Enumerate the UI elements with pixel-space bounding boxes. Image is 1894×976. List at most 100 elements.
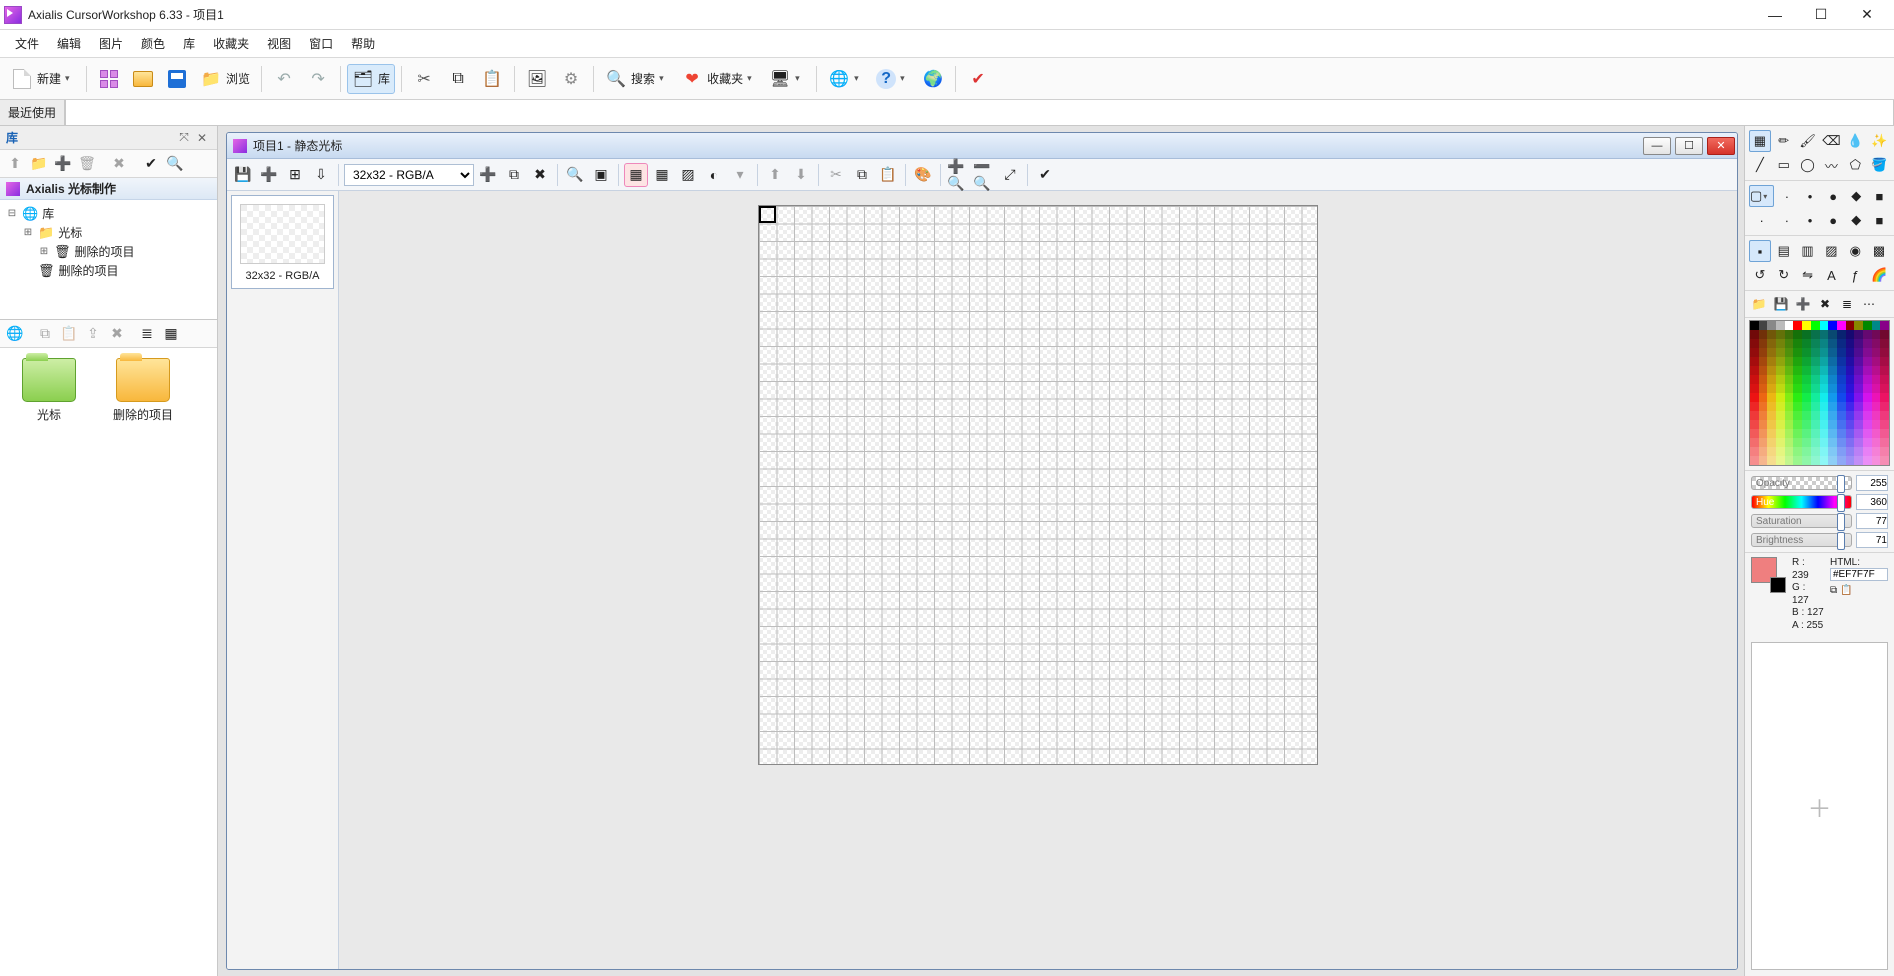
palette-swatch[interactable]	[1750, 375, 1759, 384]
menu-favorites[interactable]: 收藏夹	[204, 32, 258, 55]
fill-grad-v[interactable]: ▥	[1797, 240, 1819, 262]
palette-swatch[interactable]	[1863, 447, 1872, 456]
doc-zoomfit-icon[interactable]: ⤢	[998, 163, 1022, 187]
copy-icon[interactable]: ⧉	[1830, 585, 1837, 596]
menu-image[interactable]: 图片	[90, 32, 132, 55]
palette-swatch[interactable]	[1880, 402, 1889, 411]
palette-swatch[interactable]	[1880, 366, 1889, 375]
palette-swatch[interactable]	[1750, 429, 1759, 438]
palette-swatch[interactable]	[1767, 330, 1776, 339]
lib2-globe-icon[interactable]: 🌐	[4, 323, 26, 345]
palette-swatch[interactable]	[1811, 357, 1820, 366]
doc-grid-icon[interactable]: ▦	[650, 163, 674, 187]
opacity-slider[interactable]: Opacity	[1751, 476, 1852, 490]
size-4[interactable]: ◆	[1846, 185, 1867, 207]
palette-swatch[interactable]	[1802, 339, 1811, 348]
check-button[interactable]: ✔	[962, 64, 994, 94]
pin-icon[interactable]: ⤧	[175, 130, 193, 145]
monitor-button[interactable]: 🖥▾	[764, 64, 810, 94]
palette-swatch[interactable]	[1759, 420, 1768, 429]
palette-swatch[interactable]	[1785, 357, 1794, 366]
rect-tool[interactable]: ▭	[1773, 154, 1795, 176]
palette-swatch[interactable]	[1759, 438, 1768, 447]
canvas-area[interactable]	[339, 191, 1737, 969]
palette-swatch[interactable]	[1880, 375, 1889, 384]
palette-swatch[interactable]	[1759, 402, 1768, 411]
palette-swatch[interactable]	[1837, 429, 1846, 438]
palette-swatch[interactable]	[1828, 357, 1837, 366]
palette-swatch[interactable]	[1863, 411, 1872, 420]
library-tree[interactable]: ⊟🌐库 ⊞📁光标 ⊞🗑删除的项目 🗑删除的项目	[0, 200, 217, 320]
tree-node-cursors[interactable]: ⊞📁光标	[0, 223, 217, 242]
palette-swatch[interactable]	[1854, 402, 1863, 411]
thumbnails-button[interactable]	[93, 64, 125, 94]
palette-swatch[interactable]	[1828, 420, 1837, 429]
palette-swatch[interactable]	[1863, 402, 1872, 411]
palette-swatch[interactable]	[1880, 339, 1889, 348]
size-9[interactable]: ●	[1823, 209, 1844, 231]
doc-palette-icon[interactable]: 🎨	[911, 163, 935, 187]
palette-swatch[interactable]	[1785, 429, 1794, 438]
palette-swatch[interactable]	[1802, 438, 1811, 447]
palette-swatch[interactable]	[1880, 348, 1889, 357]
doc-paste-icon[interactable]: 📋	[876, 163, 900, 187]
palette-swatch[interactable]	[1828, 339, 1837, 348]
palette-swatch[interactable]	[1837, 393, 1846, 402]
palette-swatch[interactable]	[1776, 429, 1785, 438]
palette-swatch[interactable]	[1793, 357, 1802, 366]
palette-swatch[interactable]	[1750, 330, 1759, 339]
palette-swatch[interactable]	[1880, 429, 1889, 438]
palette-swatch[interactable]	[1820, 393, 1829, 402]
palette-swatch[interactable]	[1837, 321, 1846, 330]
palette-swatch[interactable]	[1811, 438, 1820, 447]
palette-swatch[interactable]	[1872, 330, 1881, 339]
palette-swatch[interactable]	[1776, 339, 1785, 348]
palette-swatch[interactable]	[1793, 447, 1802, 456]
palette-swatch[interactable]	[1880, 393, 1889, 402]
palette-swatch[interactable]	[1793, 384, 1802, 393]
palette-swatch[interactable]	[1793, 348, 1802, 357]
palette-swatch[interactable]	[1750, 411, 1759, 420]
palette-swatch[interactable]	[1750, 447, 1759, 456]
palette-swatch[interactable]	[1811, 366, 1820, 375]
palette-swatch[interactable]	[1872, 357, 1881, 366]
palette-swatch[interactable]	[1846, 321, 1855, 330]
palette-swatch[interactable]	[1820, 456, 1829, 465]
maximize-button[interactable]: ☐	[1798, 0, 1844, 30]
palette-swatch[interactable]	[1854, 348, 1863, 357]
palette-swatch[interactable]	[1854, 429, 1863, 438]
close-button[interactable]: ✕	[1844, 0, 1890, 30]
select-tool[interactable]: ▦	[1749, 130, 1771, 152]
palette-swatch[interactable]	[1820, 420, 1829, 429]
palette-swatch[interactable]	[1837, 411, 1846, 420]
palette-swatch[interactable]	[1776, 321, 1785, 330]
fill-pattern[interactable]: ▩	[1868, 240, 1890, 262]
palette-swatch[interactable]	[1846, 393, 1855, 402]
size-1[interactable]: ·	[1776, 185, 1797, 207]
lib2-copy-icon[interactable]: ⧉	[34, 323, 56, 345]
palette-swatch[interactable]	[1863, 456, 1872, 465]
palette-swatch[interactable]	[1828, 384, 1837, 393]
palette-swatch[interactable]	[1872, 366, 1881, 375]
palette-swatch[interactable]	[1811, 321, 1820, 330]
swatch-save-icon[interactable]: 💾	[1771, 294, 1791, 314]
save-button[interactable]	[161, 64, 193, 94]
palette-swatch[interactable]	[1872, 402, 1881, 411]
palette-swatch[interactable]	[1828, 330, 1837, 339]
hotspot-marker[interactable]	[759, 206, 776, 223]
lib-newfolder-icon[interactable]: 📁	[28, 153, 50, 175]
palette-swatch[interactable]	[1837, 447, 1846, 456]
fill-solid[interactable]: ▪	[1749, 240, 1771, 262]
rotate-ccw-icon[interactable]: ↺	[1749, 264, 1771, 286]
library-toggle-button[interactable]: 🗂库	[347, 64, 395, 94]
palette-swatch[interactable]	[1828, 348, 1837, 357]
palette-swatch[interactable]	[1811, 420, 1820, 429]
doc-zoomin-icon[interactable]: ➕🔍	[946, 163, 970, 187]
palette-swatch[interactable]	[1785, 438, 1794, 447]
palette-swatch[interactable]	[1776, 438, 1785, 447]
palette-swatch[interactable]	[1863, 366, 1872, 375]
palette-swatch[interactable]	[1811, 384, 1820, 393]
palette-swatch[interactable]	[1750, 384, 1759, 393]
palette-swatch[interactable]	[1802, 330, 1811, 339]
lib2-grid-icon[interactable]: ▦	[160, 323, 182, 345]
